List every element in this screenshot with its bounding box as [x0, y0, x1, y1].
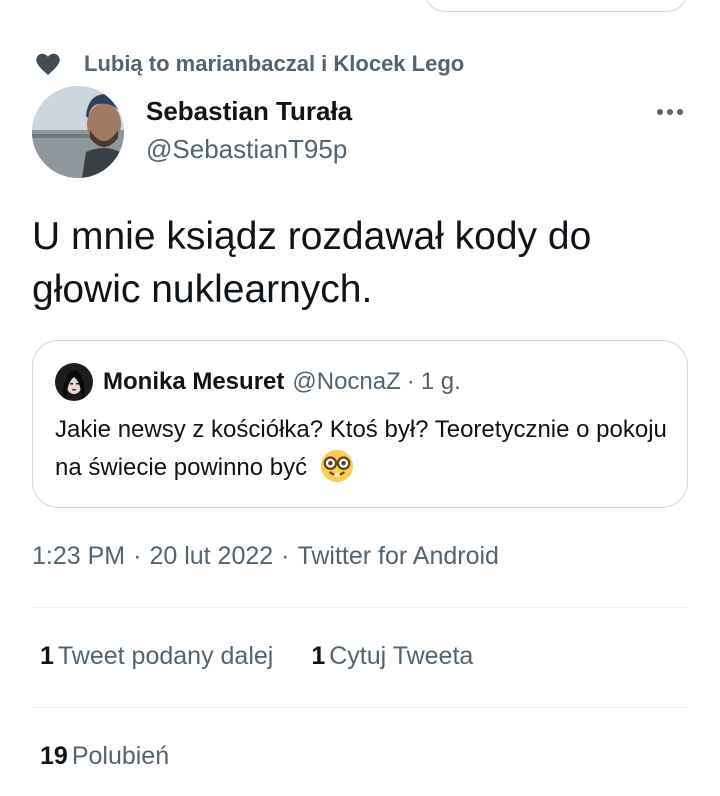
retweets-label: Tweet podany dalej: [57, 642, 274, 670]
quoted-tweet-time: 1 g.: [420, 368, 461, 395]
likes-label: Polubień: [71, 742, 170, 770]
quoted-author-handle: @NocnaZ: [292, 368, 401, 395]
retweets-count: 1: [40, 642, 54, 670]
quotes-count: 1: [311, 642, 326, 670]
engagement-stats: 1 Tweet podany dalej 1 Cytuj Tweeta: [40, 642, 473, 671]
author-handle[interactable]: @SebastianT95p: [146, 134, 347, 165]
separator-dot: ·: [133, 542, 142, 570]
quoted-author-avatar: [55, 363, 93, 401]
tweet-meta: 1:23 PM · 20 lut 2022 · Twitter for Android: [32, 542, 499, 571]
social-context-text[interactable]: Lubią to marianbaczal i Klocek Lego: [84, 51, 464, 77]
quotes-label: Cytuj Tweeta: [329, 642, 474, 670]
social-context: Lubią to marianbaczal i Klocek Lego: [34, 48, 464, 80]
likes-count: 19: [40, 742, 68, 770]
tweet-text: U mnie ksiądz rozdawał kody do głowic nu…: [32, 215, 592, 311]
tweet-time[interactable]: 1:23 PM: [32, 542, 125, 570]
quoted-tweet-text: Jakie newsy z kościółka? Ktoś był? Teore…: [55, 416, 667, 481]
quoted-tweet-card[interactable]: Monika Mesuret @NocnaZ · 1 g. Jakie news…: [32, 340, 688, 508]
quotes-stat[interactable]: 1 Cytuj Tweeta: [311, 642, 473, 671]
divider: [32, 607, 688, 608]
nerd-face-emoji: [320, 449, 354, 483]
retweets-stat[interactable]: 1 Tweet podany dalej: [40, 642, 273, 671]
quoted-tweet-text-block: Jakie newsy z kościółka? Ktoś był? Teore…: [55, 411, 675, 487]
tweet-date[interactable]: 20 lut 2022: [149, 542, 273, 570]
tweet-source[interactable]: Twitter for Android: [297, 542, 498, 570]
more-options-icon[interactable]: [652, 100, 688, 124]
likes-stat[interactable]: 19 Polubień: [40, 742, 169, 771]
top-pill-button[interactable]: [424, 0, 688, 12]
quoted-tweet-header: Monika Mesuret @NocnaZ · 1 g.: [55, 363, 461, 401]
separator-dot: ·: [281, 542, 290, 570]
separator-dot: ·: [406, 368, 415, 395]
divider: [32, 707, 688, 708]
author-avatar[interactable]: [32, 86, 124, 178]
author-name[interactable]: Sebastian Turała: [146, 96, 352, 127]
quoted-author-name: Monika Mesuret: [103, 368, 285, 395]
heart-icon: [34, 50, 62, 78]
